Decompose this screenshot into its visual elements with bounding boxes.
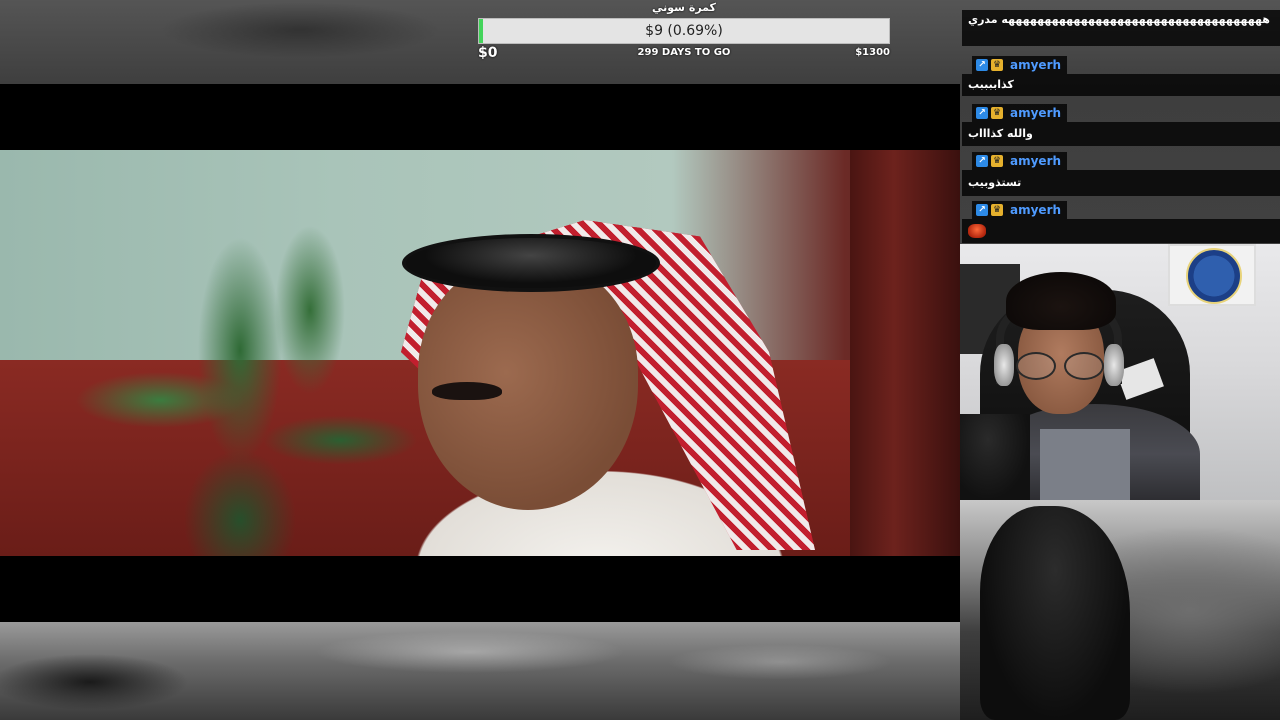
scene-person-agal [402,234,660,292]
goal-days-remaining: 299 DAYS TO GO [637,47,731,58]
crown-badge-icon: ♛ [991,204,1003,216]
stream-background-waves [0,622,960,720]
streamer-hoodie-chest [1040,429,1130,500]
chat-message: تستذوبيب [962,170,1280,196]
chat-username: amyerh [1010,106,1062,120]
prime-badge-icon: ↗ [976,204,988,216]
chat-overlay: ههههههههههههههههههههههههههههههههههههه مد… [962,6,1280,244]
microphone-icon [960,414,1030,500]
chat-message [962,219,1280,243]
statue-silhouette [980,506,1130,720]
club-crest-icon [1186,248,1242,304]
crown-badge-icon: ♛ [991,59,1003,71]
chat-message: ههههههههههههههههههههههههههههههههههههه مد… [962,10,1280,46]
chat-username-tag: ↗ ♛ amyerh [972,104,1068,122]
headset-left-cup [994,344,1014,386]
chat-message: كذاببببب [962,74,1280,96]
prime-badge-icon: ↗ [976,107,988,119]
goal-amount: $9 (0.69%) [645,23,723,39]
chat-username: amyerh [1010,154,1062,168]
glasses-lens-right [1064,352,1104,380]
video-player[interactable] [0,84,960,622]
chat-message-text: ههههههههههههههههههههههههههههههههههههه مد… [968,13,1270,26]
fire-emote-icon [968,224,986,238]
donation-goal-widget: كمرة سوني $9 (0.69%) $0 299 DAYS TO GO $… [478,0,890,62]
crown-badge-icon: ♛ [991,107,1003,119]
crown-badge-icon: ♛ [991,155,1003,167]
chat-username: amyerh [1010,203,1062,217]
scene-person-mustache [432,382,502,400]
glasses-icon [1016,352,1106,382]
chat-message: والله كذاااب [962,122,1280,146]
chat-username-tag: ↗ ♛ amyerh [972,56,1068,74]
goal-title: كمرة سوني [652,1,716,14]
video-frame-image [0,150,960,556]
chat-username-tag: ↗ ♛ amyerh [972,201,1068,219]
prime-badge-icon: ↗ [976,59,988,71]
background-art-panel [960,500,1280,720]
scene-door [850,150,960,556]
prime-badge-icon: ↗ [976,155,988,167]
chat-message-text: والله كذاااب [968,127,1033,140]
chat-username: amyerh [1010,58,1062,72]
glasses-lens-left [1016,352,1056,380]
webcam-feed [960,244,1280,500]
goal-progress-bar: $9 (0.69%) [478,18,890,44]
chat-message-text: تستذوبيب [968,176,1022,189]
headset-right-cup [1104,344,1124,386]
goal-target-amount: $1300 [855,47,890,58]
streamer-hair [1006,272,1116,330]
chat-message-text: كذاببببب [968,78,1014,91]
chat-username-tag: ↗ ♛ amyerh [972,152,1068,170]
club-crest-poster [1168,244,1256,306]
